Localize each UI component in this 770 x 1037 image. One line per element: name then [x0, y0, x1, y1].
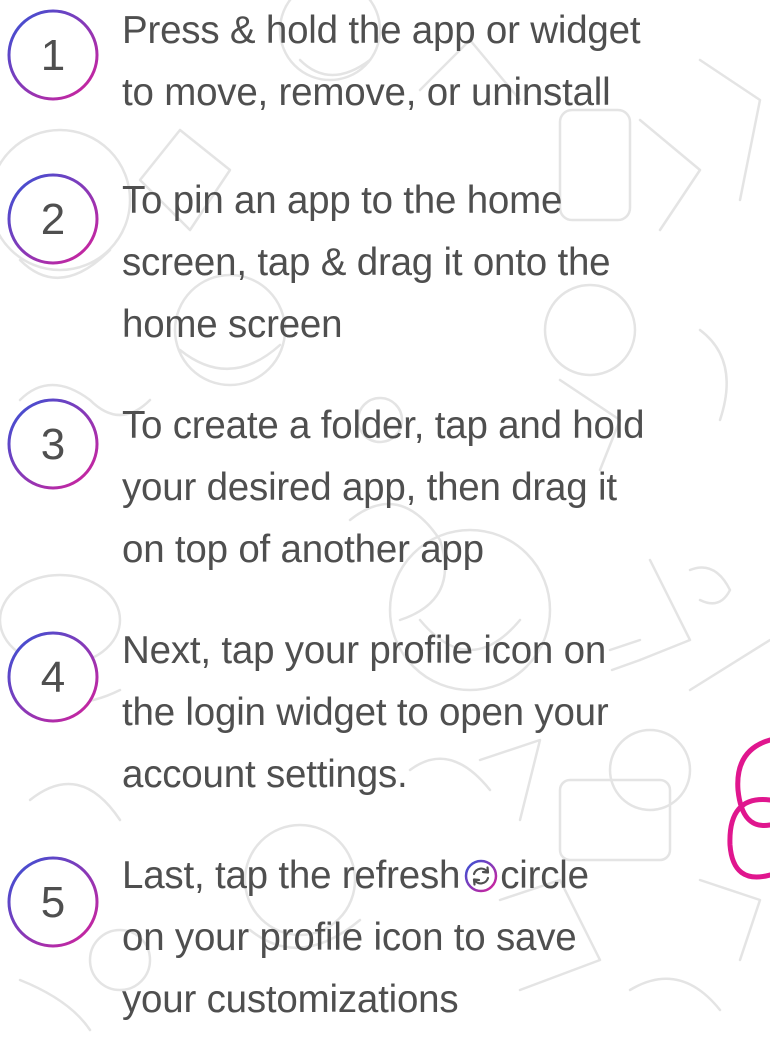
step-line: To pin an app to the home — [122, 179, 563, 222]
step-text: To pin an app to the home screen, tap & … — [122, 170, 767, 356]
step-line: on your profile icon to save — [122, 916, 577, 959]
step-line: Press & hold the app or widget — [122, 9, 641, 52]
step-line-before-icon: Last, tap the refresh — [122, 854, 461, 897]
step-text: Next, tap your profile icon on the login… — [122, 620, 767, 806]
step-line: your desired app, then drag it — [122, 466, 617, 509]
step-text: To create a folder, tap and hold your de… — [122, 395, 767, 581]
step-number: 4 — [40, 653, 66, 702]
step-line: on top of another app — [122, 528, 484, 571]
step-line: Next, tap your profile icon on — [122, 629, 607, 672]
step-line: Last, tap the refresh circle — [122, 845, 767, 907]
step-number: 2 — [40, 195, 66, 244]
step-line-after-icon: circle — [500, 854, 589, 897]
step-number: 1 — [40, 31, 66, 80]
step-number: 3 — [40, 420, 66, 469]
step-line: the login widget to open your — [122, 691, 609, 734]
step-number-badge: 2 — [6, 172, 100, 266]
step-number-badge: 3 — [6, 397, 100, 491]
step-line: To create a folder, tap and hold — [122, 404, 645, 447]
step-line: home screen — [122, 303, 343, 346]
refresh-icon — [464, 859, 498, 893]
step-number-badge: 5 — [6, 855, 100, 949]
step-number-badge: 1 — [6, 8, 100, 102]
step-line: your customizations — [122, 978, 459, 1021]
step-line: to move, remove, or uninstall — [122, 71, 611, 114]
step-line: account settings. — [122, 753, 408, 796]
step-text: Press & hold the app or widget to move, … — [122, 0, 767, 124]
instructions-page: 1 Press & hold the app or widget to move… — [0, 0, 770, 1037]
step-number: 5 — [40, 878, 66, 927]
step-number-badge: 4 — [6, 630, 100, 724]
step-text: Last, tap the refresh circle on your pro… — [122, 845, 767, 1031]
step-line: screen, tap & drag it onto the — [122, 241, 611, 284]
